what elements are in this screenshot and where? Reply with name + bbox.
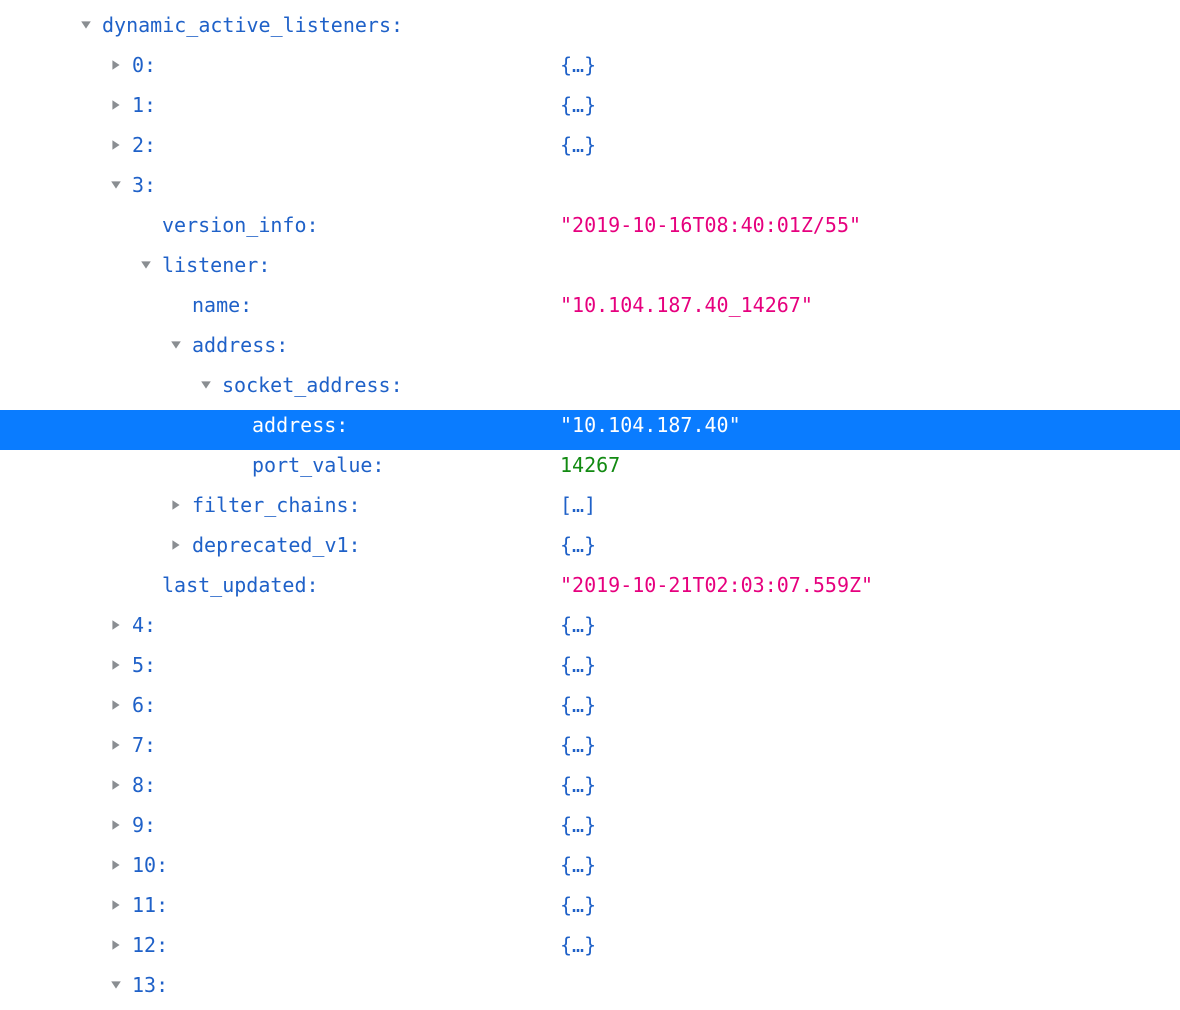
- node-key: 8:: [132, 770, 156, 800]
- chevron-down-icon[interactable]: [140, 259, 156, 271]
- chevron-right-icon[interactable]: [110, 779, 126, 791]
- node-value: "2019-10-16T08:40:01Z/55": [560, 213, 861, 237]
- tree-node-13[interactable]: 13:: [0, 970, 1180, 1010]
- chevron-down-icon[interactable]: [170, 339, 186, 351]
- tree-node-1[interactable]: 1: {…}: [0, 90, 1180, 130]
- tree-node-version-info[interactable]: version_info: "2019-10-16T08:40:01Z/55": [0, 210, 1180, 250]
- node-key: address:: [192, 330, 288, 360]
- collapsed-object: {…}: [560, 853, 596, 877]
- collapsed-object: {…}: [560, 773, 596, 797]
- chevron-right-icon[interactable]: [110, 99, 126, 111]
- collapsed-object: {…}: [560, 893, 596, 917]
- node-key: socket_address:: [222, 370, 403, 400]
- collapsed-object: {…}: [560, 933, 596, 957]
- chevron-right-icon[interactable]: [110, 699, 126, 711]
- node-value: "2019-10-21T02:03:07.559Z": [560, 573, 873, 597]
- node-key: 2:: [132, 130, 156, 160]
- node-key: address:: [252, 410, 348, 440]
- collapsed-object: {…}: [560, 693, 596, 717]
- tree-node-6[interactable]: 6: {…}: [0, 690, 1180, 730]
- tree-node-8[interactable]: 8: {…}: [0, 770, 1180, 810]
- collapsed-array: […]: [560, 493, 596, 517]
- json-tree: dynamic_active_listeners: 0: {…} 1: {…} …: [0, 0, 1180, 1010]
- node-key: last_updated:: [162, 570, 319, 600]
- tree-node-7[interactable]: 7: {…}: [0, 730, 1180, 770]
- node-key: version_info:: [162, 210, 319, 240]
- tree-node-2[interactable]: 2: {…}: [0, 130, 1180, 170]
- chevron-right-icon[interactable]: [110, 899, 126, 911]
- tree-node-socket-address-address[interactable]: address: "10.104.187.40": [0, 410, 1180, 450]
- tree-node-root[interactable]: dynamic_active_listeners:: [0, 10, 1180, 50]
- tree-node-3[interactable]: 3:: [0, 170, 1180, 210]
- collapsed-object: {…}: [560, 813, 596, 837]
- node-key: dynamic_active_listeners:: [102, 10, 403, 40]
- tree-node-socket-address-port[interactable]: port_value: 14267: [0, 450, 1180, 490]
- chevron-right-icon[interactable]: [110, 659, 126, 671]
- chevron-right-icon[interactable]: [170, 499, 186, 511]
- chevron-right-icon[interactable]: [110, 59, 126, 71]
- node-key: 12:: [132, 930, 168, 960]
- node-key: 9:: [132, 810, 156, 840]
- chevron-right-icon[interactable]: [110, 139, 126, 151]
- tree-node-11[interactable]: 11: {…}: [0, 890, 1180, 930]
- chevron-right-icon[interactable]: [110, 859, 126, 871]
- chevron-down-icon[interactable]: [80, 19, 96, 31]
- tree-node-listener-address[interactable]: address:: [0, 330, 1180, 370]
- tree-node-0[interactable]: 0: {…}: [0, 50, 1180, 90]
- collapsed-object: {…}: [560, 733, 596, 757]
- node-value: "10.104.187.40": [560, 413, 741, 437]
- chevron-right-icon[interactable]: [170, 539, 186, 551]
- node-key: listener:: [162, 250, 270, 280]
- tree-node-12[interactable]: 12: {…}: [0, 930, 1180, 970]
- tree-node-listener[interactable]: listener:: [0, 250, 1180, 290]
- collapsed-object: {…}: [560, 53, 596, 77]
- node-key: 1:: [132, 90, 156, 120]
- node-value: "10.104.187.40_14267": [560, 293, 813, 317]
- chevron-right-icon[interactable]: [110, 739, 126, 751]
- chevron-down-icon[interactable]: [200, 379, 216, 391]
- tree-node-listener-name[interactable]: name: "10.104.187.40_14267": [0, 290, 1180, 330]
- tree-node-4[interactable]: 4: {…}: [0, 610, 1180, 650]
- node-key: 4:: [132, 610, 156, 640]
- chevron-right-icon[interactable]: [110, 939, 126, 951]
- collapsed-object: {…}: [560, 93, 596, 117]
- chevron-right-icon[interactable]: [110, 819, 126, 831]
- node-value: 14267: [560, 453, 620, 477]
- node-key: 7:: [132, 730, 156, 760]
- node-key: 6:: [132, 690, 156, 720]
- tree-node-deprecated-v1[interactable]: deprecated_v1: {…}: [0, 530, 1180, 570]
- node-key: deprecated_v1:: [192, 530, 361, 560]
- chevron-right-icon[interactable]: [110, 619, 126, 631]
- node-key: port_value:: [252, 450, 384, 480]
- tree-node-9[interactable]: 9: {…}: [0, 810, 1180, 850]
- node-key: 10:: [132, 850, 168, 880]
- node-key: 3:: [132, 170, 156, 200]
- collapsed-object: {…}: [560, 533, 596, 557]
- node-key: 5:: [132, 650, 156, 680]
- node-key: 13:: [132, 970, 168, 1000]
- collapsed-object: {…}: [560, 653, 596, 677]
- collapsed-object: {…}: [560, 133, 596, 157]
- node-key: 0:: [132, 50, 156, 80]
- node-key: 11:: [132, 890, 168, 920]
- tree-node-filter-chains[interactable]: filter_chains: […]: [0, 490, 1180, 530]
- chevron-down-icon[interactable]: [110, 979, 126, 991]
- tree-node-5[interactable]: 5: {…}: [0, 650, 1180, 690]
- chevron-down-icon[interactable]: [110, 179, 126, 191]
- tree-node-10[interactable]: 10: {…}: [0, 850, 1180, 890]
- node-key: filter_chains:: [192, 490, 361, 520]
- collapsed-object: {…}: [560, 613, 596, 637]
- tree-node-socket-address[interactable]: socket_address:: [0, 370, 1180, 410]
- node-key: name:: [192, 290, 252, 320]
- tree-node-last-updated[interactable]: last_updated: "2019-10-21T02:03:07.559Z": [0, 570, 1180, 610]
